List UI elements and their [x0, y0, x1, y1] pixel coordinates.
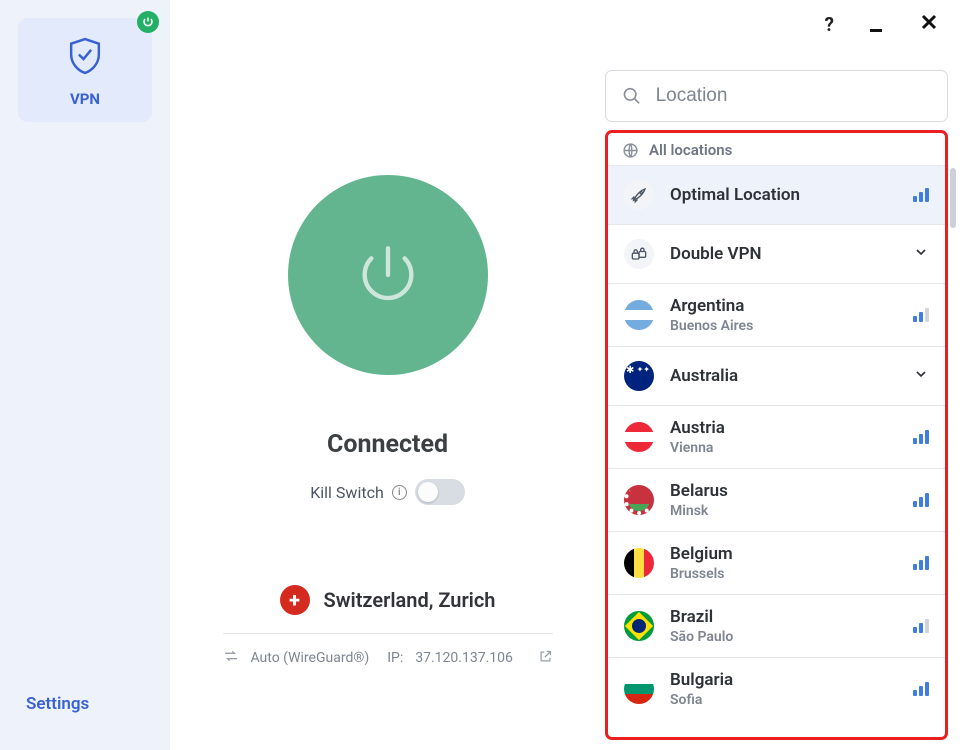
location-city: Vienna — [670, 440, 897, 456]
vpn-tab-label: VPN — [70, 90, 100, 108]
location-city: Sofia — [670, 692, 897, 708]
minimize-button[interactable] — [868, 16, 886, 41]
info-icon[interactable]: i — [392, 485, 407, 500]
signal-icon — [913, 493, 929, 507]
location-item-optimal-location[interactable]: Optimal Location — [608, 165, 945, 224]
chevron-down-icon — [913, 244, 929, 264]
location-name: Belarus — [670, 481, 897, 501]
globe-icon — [622, 142, 639, 159]
location-search[interactable] — [605, 70, 948, 122]
search-icon — [622, 85, 642, 107]
location-item-argentina[interactable]: Argentina Buenos Aires — [608, 283, 945, 346]
location-item-bulgaria[interactable]: Bulgaria Sofia — [608, 657, 945, 720]
swap-icon[interactable] — [223, 648, 239, 668]
settings-link[interactable]: Settings — [18, 684, 152, 732]
all-locations-label: All locations — [649, 141, 732, 159]
location-search-input[interactable] — [656, 85, 931, 107]
location-item-double-vpn[interactable]: Double VPN — [608, 224, 945, 283]
location-name: Bulgaria — [670, 670, 897, 690]
location-name: Double VPN — [670, 244, 897, 264]
flag-belgium-icon — [624, 548, 654, 578]
flag-brazil-icon — [624, 611, 654, 641]
signal-icon — [913, 682, 929, 696]
location-city: Brussels — [670, 566, 897, 582]
flag-bulgaria-icon — [624, 674, 654, 704]
location-name: Optimal Location — [670, 185, 897, 205]
killswitch-label: Kill Switch — [310, 483, 384, 502]
flag-austria-icon — [624, 422, 654, 452]
location-name: Australia — [670, 366, 897, 386]
location-city: Buenos Aires — [670, 318, 897, 334]
location-name: Austria — [670, 418, 897, 438]
location-item-austria[interactable]: Austria Vienna — [608, 405, 945, 468]
current-location[interactable]: + Switzerland, Zurich — [280, 585, 496, 615]
connect-button[interactable] — [288, 175, 488, 375]
killswitch-row: Kill Switch i — [310, 479, 465, 505]
shield-icon — [66, 36, 104, 80]
signal-icon — [913, 308, 929, 322]
scrollbar[interactable] — [950, 168, 956, 228]
status-indicator-icon — [137, 11, 159, 33]
locations-panel: All locations Optimal Location Double VPN… — [605, 0, 960, 750]
current-location-text: Switzerland, Zurich — [324, 588, 496, 612]
rocket-icon — [624, 180, 654, 210]
double-lock-icon — [624, 239, 654, 269]
ip-value: 37.120.137.106 — [415, 650, 513, 666]
close-button[interactable] — [920, 12, 938, 37]
vpn-tab[interactable]: VPN — [18, 18, 152, 122]
signal-icon — [913, 188, 929, 202]
flag-belarus-icon — [624, 485, 654, 515]
power-icon — [348, 235, 428, 315]
help-button[interactable]: ? — [825, 13, 834, 36]
flag-argentina-icon — [624, 300, 654, 330]
locations-list[interactable]: Optimal Location Double VPN Argentina Bueno… — [608, 165, 945, 737]
location-item-brazil[interactable]: Brazil São Paulo — [608, 594, 945, 657]
location-city: Minsk — [670, 503, 897, 519]
chevron-down-icon — [913, 366, 929, 386]
signal-icon — [913, 556, 929, 570]
killswitch-toggle[interactable] — [415, 479, 465, 505]
signal-icon — [913, 430, 929, 444]
location-item-belgium[interactable]: Belgium Brussels — [608, 531, 945, 594]
location-name: Belgium — [670, 544, 897, 564]
location-name: Argentina — [670, 296, 897, 316]
all-locations-header: All locations — [608, 133, 945, 165]
sidebar: VPN Settings — [0, 0, 170, 750]
ip-prefix: IP: — [387, 650, 403, 666]
signal-icon — [913, 619, 929, 633]
main: ? Connected Kill Switch i + — [170, 0, 960, 750]
flag-australia-icon: ✱✦✦ — [624, 361, 654, 391]
open-external-icon[interactable] — [538, 649, 553, 668]
location-city: São Paulo — [670, 629, 897, 645]
location-name: Brazil — [670, 607, 897, 627]
flag-switzerland-icon: + — [280, 585, 310, 615]
locations-list-container: All locations Optimal Location Double VPN… — [605, 130, 948, 740]
connection-panel: Connected Kill Switch i + Switzerland, Z… — [170, 0, 605, 750]
connection-details: Auto (WireGuard®) IP: 37.120.137.106 — [223, 633, 553, 668]
protocol-label: Auto (WireGuard®) — [251, 650, 370, 666]
location-item-belarus[interactable]: Belarus Minsk — [608, 468, 945, 531]
location-item-australia[interactable]: ✱✦✦ Australia — [608, 346, 945, 405]
connection-status: Connected — [327, 430, 448, 459]
titlebar: ? — [803, 0, 960, 49]
